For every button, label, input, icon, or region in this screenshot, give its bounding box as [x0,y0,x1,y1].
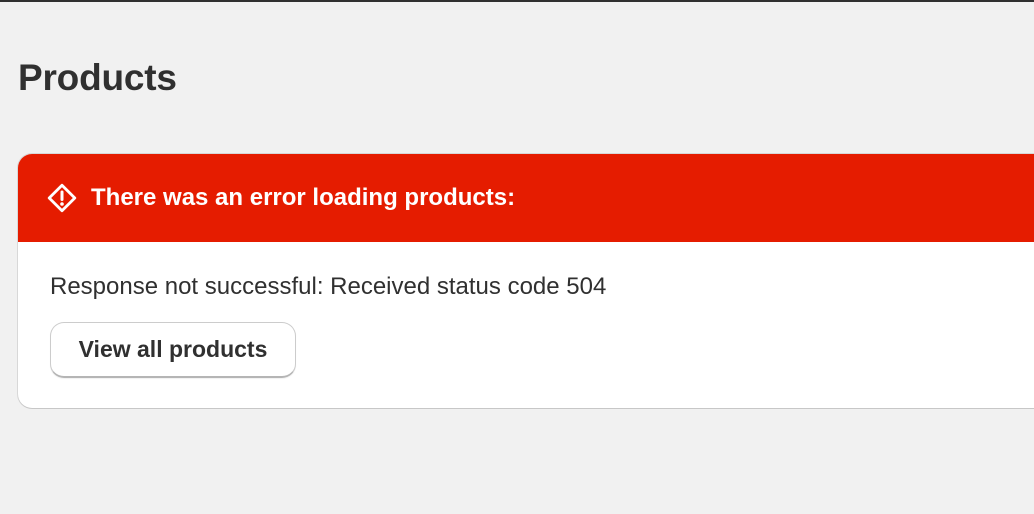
error-banner: There was an error loading products: Res… [18,154,1034,408]
top-border [0,0,1034,2]
error-banner-title: There was an error loading products: [91,184,516,211]
error-message: Response not successful: Received status… [50,273,607,300]
page-title: Products [18,57,177,98]
alert-diamond-icon [46,182,78,214]
view-all-products-button[interactable]: View all products [50,322,296,378]
error-banner-header: There was an error loading products: [18,154,1034,242]
